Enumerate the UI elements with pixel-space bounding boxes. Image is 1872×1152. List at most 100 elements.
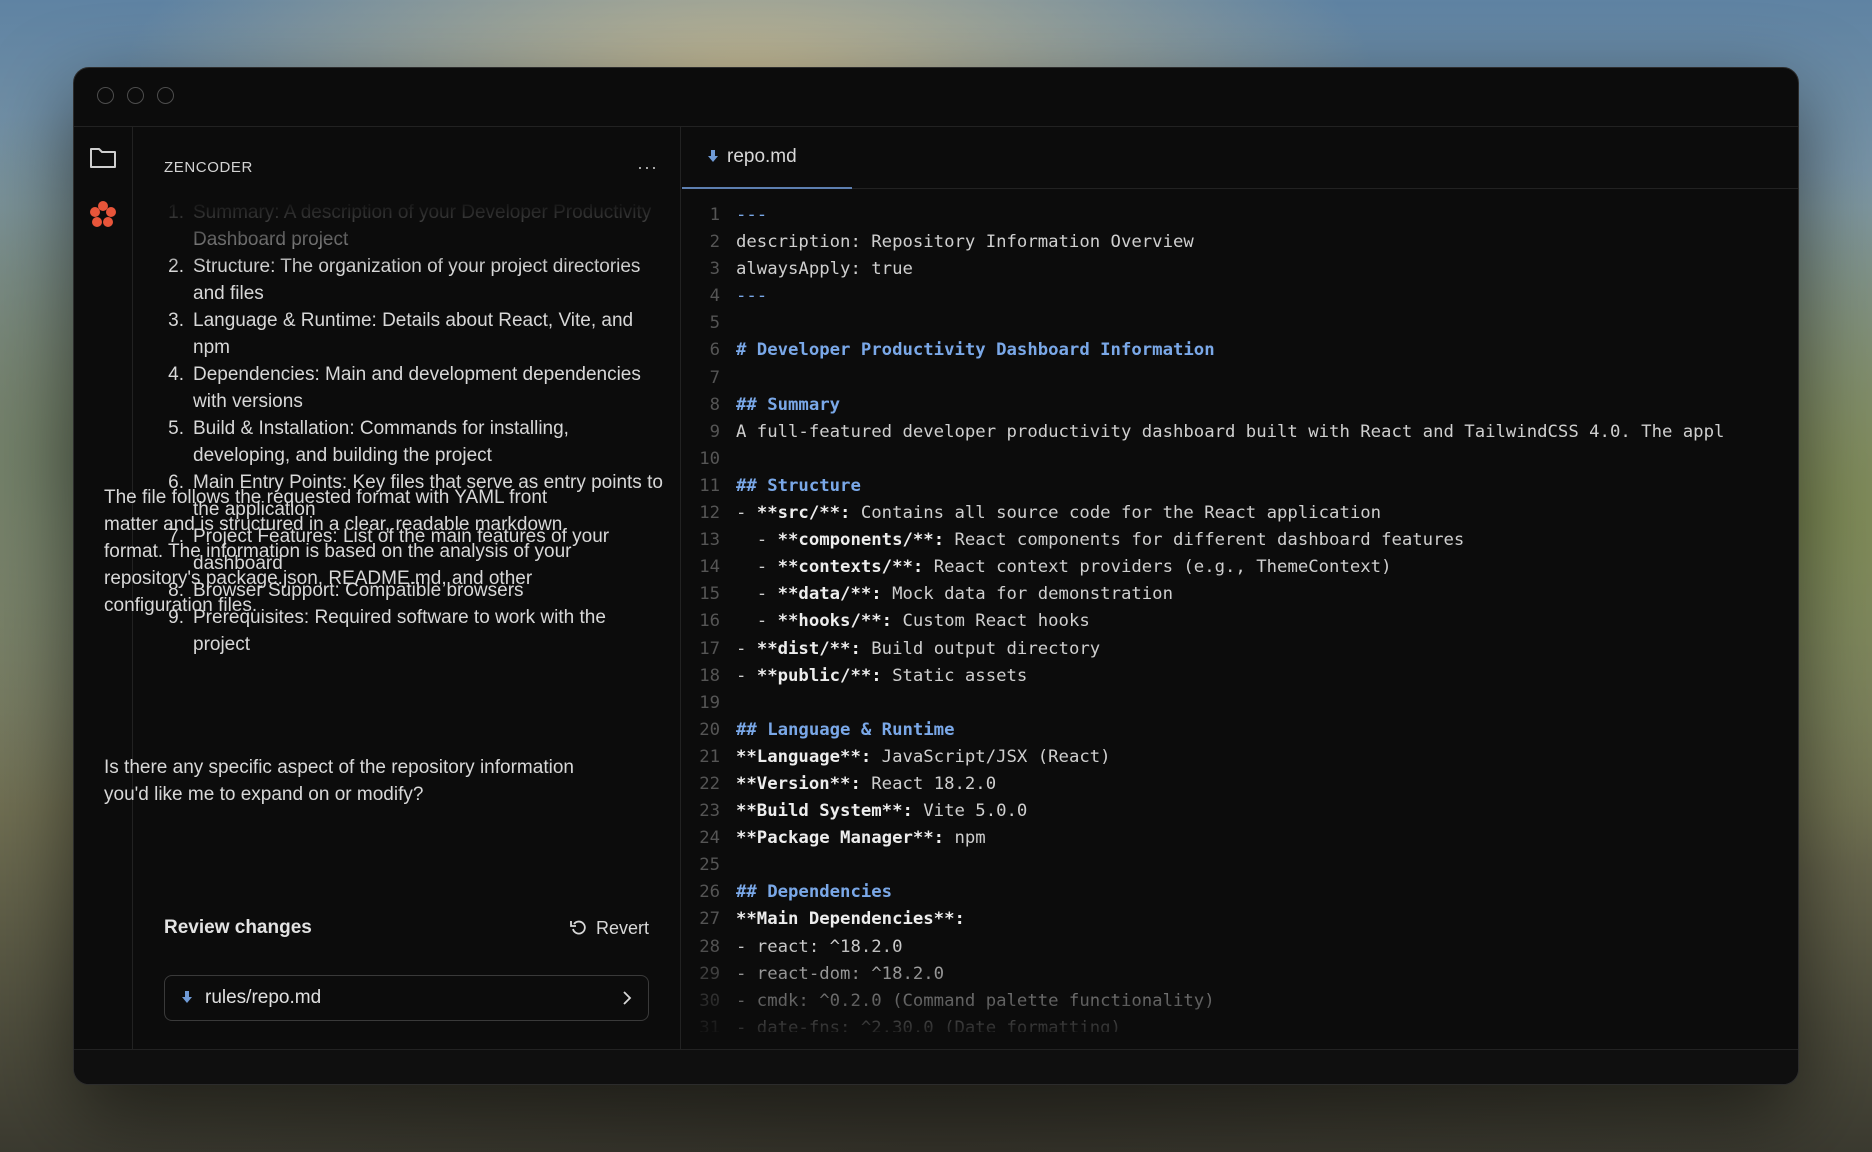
line-content: - **contexts/**: React context providers… [736, 557, 1392, 578]
tab-repo-md[interactable]: repo.md [682, 127, 852, 189]
line-number: 5 [709, 313, 720, 334]
code-line: 1 --- [682, 202, 1798, 229]
code-line: 22 **Version**: React 18.2.0 [682, 771, 1798, 798]
review-changes-bar: Review changes Revert [164, 917, 649, 939]
code-line: 13 - **components/**: React components f… [682, 527, 1798, 554]
line-content: **Build System**: Vite 5.0.0 [736, 801, 1028, 822]
line-content: alwaysApply: true [736, 259, 913, 280]
line-number: 18 [699, 665, 720, 686]
chevron-right-icon [623, 991, 632, 1005]
tab-label: repo.md [727, 146, 797, 167]
line-content: ## Summary [736, 394, 841, 415]
more-options-icon[interactable]: ··· [637, 157, 658, 178]
status-bar [74, 1049, 1798, 1084]
line-number: 30 [699, 990, 720, 1011]
line-number: 9 [709, 421, 720, 442]
list-text: Build & Installation: Commands for insta… [193, 418, 569, 466]
revert-button[interactable]: Revert [570, 918, 649, 939]
code-line: 16 - **hooks/**: Custom React hooks [682, 608, 1798, 635]
line-number: 10 [699, 448, 720, 469]
line-number: 22 [699, 773, 720, 794]
code-line: 24 **Package Manager**: npm [682, 825, 1798, 852]
revert-label: Revert [595, 917, 649, 938]
line-content: - date-fns: ^2.30.0 (Date formatting) [736, 1017, 1121, 1032]
list-number: 4. [168, 364, 184, 385]
editor-tabs: repo.md [682, 127, 1798, 189]
download-icon [182, 991, 192, 1003]
line-number: 23 [699, 801, 720, 822]
code-line: 21 **Language**: JavaScript/JSX (React) [682, 744, 1798, 771]
list-text: Dependencies: Main and development depen… [193, 364, 641, 412]
code-line: 7 [682, 365, 1798, 392]
line-content: --- [736, 205, 768, 225]
revert-icon [570, 920, 586, 935]
minimize-window-button[interactable] [127, 87, 144, 104]
line-content: - cmdk: ^0.2.0 (Command palette function… [736, 990, 1215, 1011]
close-window-button[interactable] [97, 87, 114, 104]
line-content: - **hooks/**: Custom React hooks [736, 611, 1090, 632]
code-line: 31 - date-fns: ^2.30.0 (Date formatting) [682, 1015, 1798, 1032]
assistant-question: Is there any specific aspect of the repo… [104, 757, 574, 805]
line-number: 24 [699, 828, 720, 849]
line-number: 25 [699, 855, 720, 876]
title-bar [74, 68, 1798, 127]
code-line: 29 - react-dom: ^18.2.0 [682, 961, 1798, 988]
folder-icon[interactable] [87, 141, 119, 173]
line-number: 27 [699, 909, 720, 930]
zoom-window-button[interactable] [157, 87, 174, 104]
line-content: **Version**: React 18.2.0 [736, 773, 997, 794]
changed-file-item[interactable]: rules/repo.md [164, 975, 649, 1021]
line-content: **Language**: JavaScript/JSX (React) [736, 746, 1111, 767]
line-number: 15 [699, 584, 720, 605]
list-number: 3. [168, 310, 184, 331]
editor-panel: repo.md 1 --- 2 description: Repository Inf… [682, 127, 1798, 1049]
line-content: ## Structure [736, 475, 861, 496]
line-content [720, 365, 736, 392]
list-text: Language & Runtime: Details about React,… [193, 310, 634, 358]
line-content: - **data/**: Mock data for demonstration [736, 584, 1173, 605]
line-number: 19 [699, 692, 720, 713]
code-line: 26 ## Dependencies [682, 879, 1798, 906]
line-number: 7 [709, 367, 720, 388]
line-content: --- [736, 286, 768, 307]
code-line: 19 [682, 690, 1798, 717]
download-icon [708, 150, 718, 162]
line-number: 1 [709, 205, 720, 225]
code-line: 8 ## Summary [682, 392, 1798, 419]
line-content: - **src/**: Contains all source code for… [736, 503, 1382, 524]
line-content: description: Repository Information Over… [736, 232, 1194, 253]
list-number: 1. [168, 202, 184, 223]
code-line: 5 [682, 310, 1798, 337]
code-view[interactable]: 1 --- 2 description: Repository Information… [682, 202, 1798, 1032]
list-item: 3. Language & Runtime: Details about Reac… [164, 307, 664, 361]
code-line: 17 - **dist/**: Build output directory [682, 636, 1798, 663]
code-line: 25 [682, 852, 1798, 879]
line-number: 11 [699, 475, 720, 496]
code-line: 23 **Build System**: Vite 5.0.0 [682, 798, 1798, 825]
line-content: - **components/**: React components for … [736, 530, 1465, 551]
code-line: 28 - react: ^18.2.0 [682, 934, 1798, 961]
list-item: 1. Summary: A description of your Develop… [164, 199, 664, 253]
line-number: 14 [699, 557, 720, 578]
code-line: 15 - **data/**: Mock data for demonstrat… [682, 581, 1798, 608]
code-line: 3 alwaysApply: true [682, 256, 1798, 283]
line-content [720, 446, 736, 473]
zencoder-logo-icon[interactable] [87, 198, 119, 230]
line-content [720, 852, 736, 879]
code-line: 14 - **contexts/**: React context provid… [682, 554, 1798, 581]
line-number: 26 [699, 882, 720, 903]
list-number: 2. [168, 256, 184, 277]
code-line: 27 **Main Dependencies**: [682, 906, 1798, 933]
line-number: 29 [699, 963, 720, 984]
line-number: 21 [699, 746, 720, 767]
code-line: 4 --- [682, 283, 1798, 310]
code-line: 11 ## Structure [682, 473, 1798, 500]
code-line: 10 [682, 446, 1798, 473]
line-number: 13 [699, 530, 720, 551]
line-content [720, 310, 736, 337]
list-item: 5. Build & Installation: Commands for ins… [164, 415, 664, 469]
review-changes-title: Review changes [164, 917, 312, 938]
list-item: 2. Structure: The organization of your pr… [164, 253, 664, 307]
list-item: 4. Dependencies: Main and development dep… [164, 361, 664, 415]
line-content: - **public/**: Static assets [736, 665, 1028, 686]
